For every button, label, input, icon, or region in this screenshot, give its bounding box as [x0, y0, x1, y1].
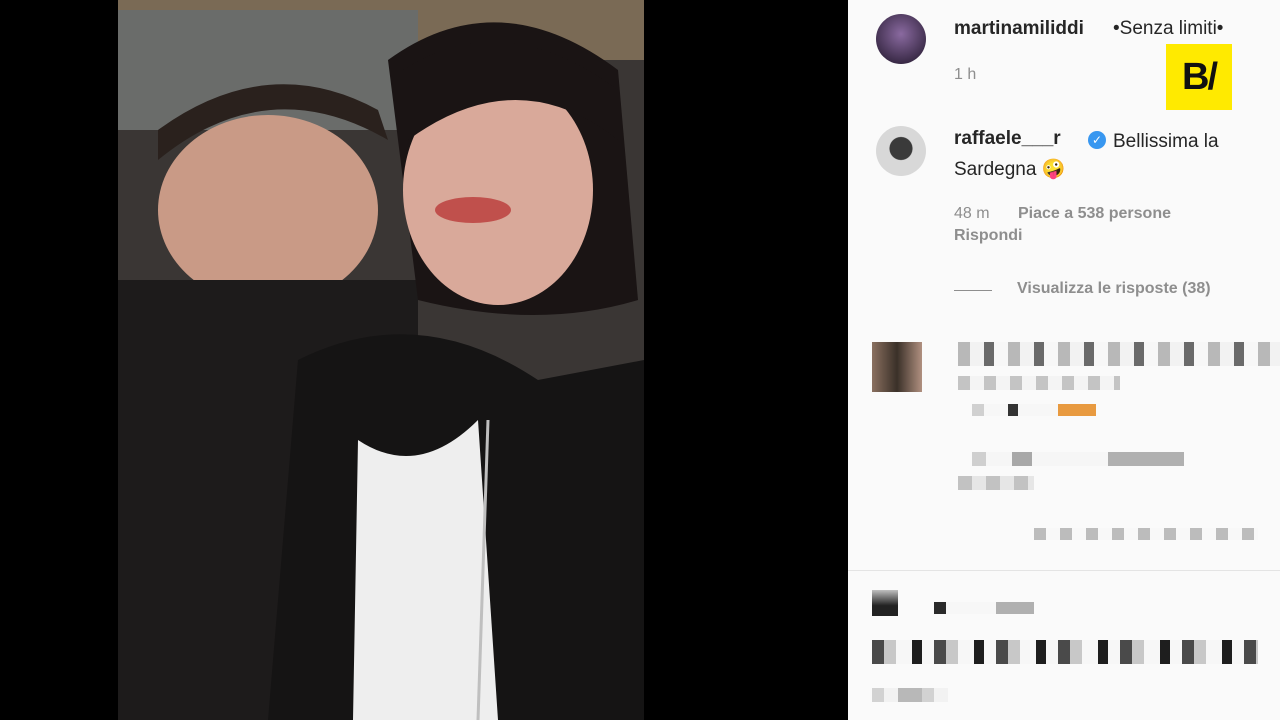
- author-avatar[interactable]: [876, 14, 926, 64]
- photo-pane: [0, 0, 848, 720]
- watermark-logo: B/: [1166, 44, 1232, 110]
- commenter-avatar[interactable]: [876, 126, 926, 176]
- photo-illustration: [118, 0, 644, 720]
- comment-likes[interactable]: Piace a 538 persone: [1018, 205, 1171, 223]
- post-author-username[interactable]: martinamiliddi: [954, 18, 1084, 40]
- view-replies-button[interactable]: Visualizza le risposte (38): [1017, 280, 1211, 298]
- post-caption: •Senza limiti•: [1113, 18, 1224, 39]
- post-photo[interactable]: [118, 0, 644, 720]
- comment-time[interactable]: 48 m: [954, 205, 990, 223]
- section-separator: [848, 570, 1280, 571]
- comment-text: Bellissima la Sardegna 🤪: [954, 131, 1219, 180]
- reply-button[interactable]: Rispondi: [954, 227, 1022, 245]
- replies-divider: [954, 290, 992, 291]
- post-time[interactable]: 1 h: [954, 66, 976, 84]
